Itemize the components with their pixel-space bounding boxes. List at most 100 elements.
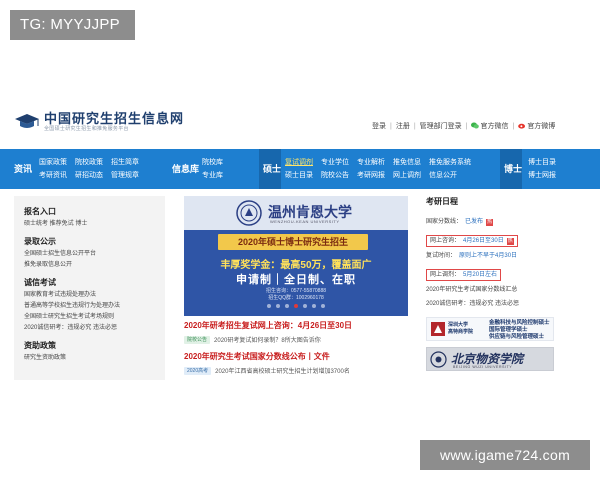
hot-icon: 热 [486, 218, 494, 226]
main-nav: 资讯 国家政策 考研资讯 院校政策 研招动态 招生简章 管理规章 信息库 院校库… [0, 149, 600, 189]
news-category-badge[interactable]: 院校公告 [184, 335, 211, 344]
banner-contact: 招生咨询：0577-55870888 招生QQ群：1002960178 [184, 288, 408, 302]
nav-head-master[interactable]: 硕士 [263, 162, 281, 175]
sidebar-link[interactable]: 推免录取信息公开 [24, 260, 165, 271]
university-seal-icon [236, 200, 262, 226]
register-link[interactable]: 注册 [396, 121, 410, 131]
nav-link[interactable]: 推免服务系统 [429, 156, 471, 169]
separator: | [390, 122, 392, 130]
separator: | [465, 122, 468, 130]
nav-link[interactable]: 研招动态 [75, 169, 103, 182]
separator: | [512, 122, 515, 130]
schedule-link[interactable]: 2020年研究生考试国家分数线汇总 [426, 283, 586, 297]
weibo-link[interactable]: 官方微博 [518, 121, 555, 131]
section-title-integrity: 诚信考试 [24, 278, 56, 287]
nav-news-links: 国家政策 考研资讯 院校政策 研招动态 招生简章 管理规章 [39, 156, 139, 182]
carousel-dot[interactable] [276, 304, 280, 308]
ad-school-name: 深圳大学 [448, 322, 469, 328]
nav-link[interactable]: 博士目录 [528, 156, 556, 169]
carousel-dot[interactable] [312, 304, 316, 308]
nav-link[interactable]: 管理规章 [111, 169, 139, 182]
promo-banner[interactable]: 温州肯恩大学 WENZHOU-KEAN UNIVERSITY 2020年硕士博士… [184, 196, 408, 316]
banner-qq: 招生QQ群：1002960178 [268, 295, 324, 301]
weibo-icon [518, 123, 526, 129]
sidebar-link[interactable]: 全国硕士研究生招生考试考场规则 [24, 312, 165, 323]
schedule-item-online-adjust[interactable]: 网上调剂： 5月20日左右 [426, 269, 502, 281]
schedule-label: 2020年研究生考试国家分数线汇总 [426, 287, 518, 293]
exam-schedule: 考研日程 国家分数线： 已发布热 网上咨询： 4月26日至30日热 复试时间： 原则上… [426, 196, 586, 371]
ad-shenzhen-university[interactable]: 深圳大学 高特商学院 金融科技与风险控制硕士 国际管理学硕士 供应链与风险管理硕… [426, 317, 554, 341]
schedule-label: 网上调剂： [430, 272, 461, 278]
nav-group-master: 硕士 复试调剂 硕士目录 专业学位 院校公告 专业解析 考研网报 推免信息 网上… [259, 149, 491, 189]
separator: | [413, 122, 416, 130]
nav-link[interactable]: 专业学位 [321, 156, 349, 169]
news-list: 2020年研考招生复试网上咨询：4月26日至30日 院校公告 2020研考复试如… [184, 320, 408, 382]
carousel-dot-active[interactable] [294, 304, 298, 308]
login-link[interactable]: 登录 [372, 121, 386, 131]
university-logo-icon [430, 351, 447, 368]
sidebar-link[interactable]: 全国硕士招生信息公开平台 [24, 249, 165, 260]
sidebar-link[interactable]: 2020诚信研考：违规必究 违法必惩 [24, 323, 165, 334]
nav-link[interactable]: 招生简章 [111, 156, 139, 169]
nav-link[interactable]: 信息公开 [429, 169, 471, 182]
site-subtitle: 全国硕士研究生招生和推免服务平台 [44, 126, 129, 132]
nav-link[interactable]: 院校库 [202, 156, 223, 169]
sidebar-link[interactable]: 普通高等学校招生违规行为处理办法 [24, 301, 165, 312]
nav-head-news[interactable]: 资讯 [14, 162, 32, 175]
domain-overlay: www.igame724.com [420, 440, 590, 470]
ad-en-text: BEIJING WUZI UNIVERSITY [453, 365, 513, 369]
nav-link[interactable]: 院校政策 [75, 156, 103, 169]
nav-head-database[interactable]: 信息库 [172, 162, 199, 175]
news-item: 2020年研考招生复试网上咨询：4月26日至30日 院校公告 2020研考复试如… [184, 320, 408, 344]
graduation-cap-icon [15, 114, 39, 128]
section-title-funding: 资助政策 [24, 341, 56, 350]
news-headline[interactable]: 2020年研究生考试国家分数线公布丨文件 [184, 351, 408, 362]
nav-group-database: 信息库 院校库 专业库 [164, 149, 234, 189]
nav-link[interactable]: 国家政策 [39, 156, 67, 169]
nav-link[interactable]: 博士网报 [528, 169, 556, 182]
news-category-badge[interactable]: 2020高考 [184, 366, 212, 375]
nav-link[interactable]: 网上调剂 [393, 169, 421, 182]
university-logo-icon [431, 322, 445, 336]
nav-master-links: 复试调剂 硕士目录 专业学位 院校公告 专业解析 考研网报 推免信息 网上调剂 … [285, 156, 471, 182]
schedule-item-online-consult[interactable]: 网上咨询： 4月26日至30日热 [426, 235, 518, 247]
ad-school-sub: 高特商学院 [448, 329, 474, 335]
admin-login-link[interactable]: 管理部门登录 [420, 121, 462, 131]
nav-link[interactable]: 硕士目录 [285, 169, 313, 182]
nav-link[interactable]: 推免信息 [393, 156, 421, 169]
ad-school: 深圳大学 高特商学院 [448, 322, 473, 336]
nav-link[interactable]: 考研资讯 [39, 169, 67, 182]
ad-programs: 金融科技与风险控制硕士 国际管理学硕士 供应链与风险管理硕士 [489, 320, 550, 341]
banner-reward: 丰厚奖学金：最高50万，覆盖面广 [220, 260, 372, 271]
carousel-dot[interactable] [285, 304, 289, 308]
site-header: 中国研究生招生信息网 全国硕士研究生招生和推免服务平台 登录 | 注册 | 管理… [0, 104, 600, 146]
weibo-label: 官方微博 [527, 123, 556, 130]
site-logo[interactable]: 中国研究生招生信息网 全国硕士研究生招生和推免服务平台 [14, 111, 184, 133]
carousel-dot[interactable] [267, 304, 271, 308]
news-headline[interactable]: 2020年研考招生复试网上咨询：4月26日至30日 [184, 320, 408, 331]
nav-link[interactable]: 专业解析 [357, 156, 385, 169]
news-sublink[interactable]: 2020研考复试如何录制？8所大图告诉你 [214, 335, 321, 344]
schedule-label: 复试时间： [426, 253, 457, 259]
nav-head-phd[interactable]: 博士 [504, 162, 522, 175]
wechat-link[interactable]: 官方微信 [471, 121, 508, 131]
ad-program: 供应链与风险管理硕士 [489, 334, 545, 340]
left-sidebar: 报名入口 硕士统考 推荐免试 博士 录取公示 全国硕士招生信息公开平台 推免录取… [14, 196, 165, 380]
carousel-dot[interactable] [321, 304, 325, 308]
schedule-link[interactable]: 2020诚信研考：违规必究 违法必惩 [426, 297, 586, 311]
carousel-dots [184, 304, 408, 308]
nav-link[interactable]: 院校公告 [321, 169, 349, 182]
schedule-value: 4月26日至30日 [463, 238, 504, 244]
nav-link[interactable]: 考研网报 [357, 169, 385, 182]
news-sublink[interactable]: 2020年江西省高校硕士研究生招生计划增加3700名 [215, 366, 350, 375]
ad-beijing-wuzi[interactable]: 北京物资学院 BEIJING WUZI UNIVERSITY [426, 347, 554, 371]
sidebar-link[interactable]: 国家教育考试违规处理办法 [24, 290, 165, 301]
nav-link-active[interactable]: 复试调剂 [285, 156, 313, 169]
section-title-admission: 录取公示 [24, 237, 56, 246]
schedule-item-score-line[interactable]: 国家分数线： 已发布热 [426, 215, 586, 229]
sidebar-link[interactable]: 研究生资助政策 [24, 353, 165, 364]
registration-links[interactable]: 硕士统考 推荐免试 博士 [24, 219, 165, 230]
carousel-dot[interactable] [303, 304, 307, 308]
nav-link[interactable]: 专业库 [202, 169, 223, 182]
schedule-item-retest-time[interactable]: 复试时间： 原则上不早于4月30日 [426, 249, 586, 263]
